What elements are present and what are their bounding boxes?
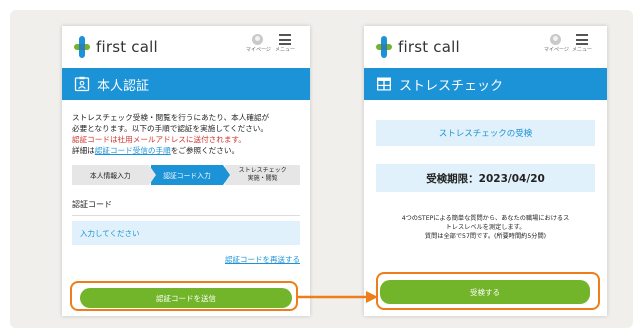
step-personal-info: 本人情報入力	[72, 165, 156, 185]
app-header: first call マイページ メニュー	[62, 26, 310, 68]
mypage-label: マイページ	[246, 47, 271, 53]
hamburger-menu-icon	[576, 34, 588, 45]
deadline-badge: 受検期限：2023/04/20	[376, 164, 595, 192]
menu-label: メニュー	[274, 47, 295, 53]
mypage-button[interactable]: マイページ	[544, 34, 569, 53]
logo-text: first call	[398, 38, 460, 56]
logo[interactable]: first call	[74, 36, 158, 58]
app-header: first call マイページ メニュー	[364, 26, 607, 68]
description-text: 4つのSTEPによる簡単な質問から、あなたの職場におけるス トレスレベルを測定し…	[376, 214, 595, 241]
avatar-icon	[549, 34, 561, 45]
mypage-label: マイページ	[544, 47, 569, 53]
logo-text: first call	[96, 38, 158, 56]
intro-line-4: 詳細は認証コード受信の手順をご参照ください。	[72, 145, 300, 156]
take-test-button-highlight	[376, 272, 600, 310]
desc-line-2: トレスレベルを測定します。	[445, 224, 526, 231]
avatar-icon	[251, 34, 263, 45]
desc-line-1: 4つのSTEPによる簡単な質問から、あなたの職場におけるス	[401, 215, 570, 222]
mypage-button[interactable]: マイページ	[246, 34, 271, 53]
desc-line-3: 質問は全部で57問です。(所要時間約5分間)	[424, 233, 547, 240]
intro-suffix: をご参照ください。	[170, 146, 240, 155]
code-field-label: 認証コード	[72, 200, 112, 209]
menu-label: メニュー	[571, 47, 592, 53]
page-title-bar: ストレスチェック	[364, 68, 607, 100]
hamburger-menu-icon	[279, 34, 291, 45]
intro-prefix: 詳細は	[72, 146, 95, 155]
step-stress-check-label: ストレスチェック 実施・閲覧	[239, 167, 287, 183]
progress-steps: 本人情報入力 認証コード入力 ストレスチェック 実施・閲覧	[72, 165, 300, 185]
first-call-logo-icon	[74, 36, 90, 58]
code-input[interactable]	[72, 221, 300, 245]
id-card-icon	[74, 76, 90, 92]
intro-line-2: 必要となります。以下の手順で認証を実施してください。	[72, 124, 268, 133]
step-stress-check-line-1: ストレスチェック	[238, 167, 287, 174]
step-code-entry: 認証コード入力	[150, 165, 231, 185]
first-call-logo-icon	[376, 36, 392, 58]
page-title: ストレスチェック	[399, 78, 504, 94]
right-arrow-icon	[298, 291, 378, 303]
procedure-link[interactable]: 認証コード受信の手順	[95, 146, 171, 155]
section-title: ストレスチェックの受検	[376, 120, 595, 146]
menu-button[interactable]: メニュー	[571, 34, 593, 53]
step-stress-check: ストレスチェック 実施・閲覧	[225, 165, 300, 185]
send-button-highlight	[70, 281, 298, 311]
intro-text: ストレスチェック受検・閲覧を行うにあたり、本人確認が 必要となります。以下の手順…	[72, 112, 300, 156]
table-icon	[377, 77, 391, 91]
menu-button[interactable]: メニュー	[274, 34, 296, 53]
page-title: 本人認証	[97, 78, 150, 94]
resend-code-link[interactable]: 認証コードを再送する	[72, 254, 300, 265]
intro-warning: 認証コードは社用メールアドレスに送付されます。	[72, 135, 246, 144]
auth-screen: first call マイページ メニュー 本人認証 ストレスチェック受検・閲覧…	[62, 26, 310, 316]
divider	[72, 215, 300, 216]
step-stress-check-line-2: 実施・閲覧	[247, 175, 278, 182]
intro-line-1: ストレスチェック受検・閲覧を行うにあたり、本人確認が	[72, 113, 270, 122]
logo[interactable]: first call	[376, 36, 460, 58]
page-title-bar: 本人認証	[62, 68, 310, 100]
